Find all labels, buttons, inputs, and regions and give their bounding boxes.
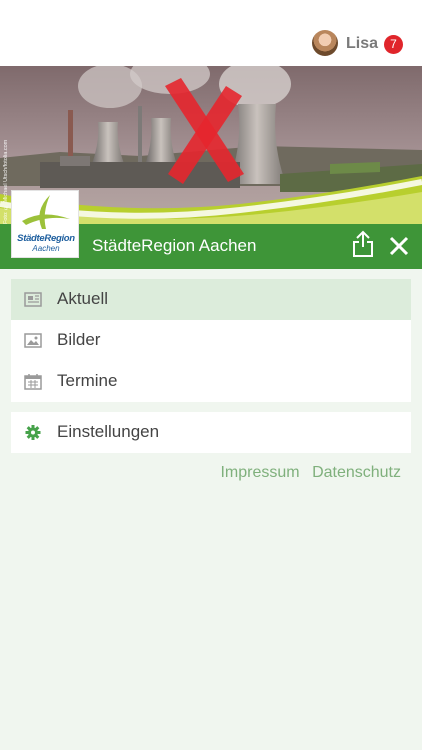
menu-item-label: Aktuell bbox=[57, 289, 109, 308]
logo-text: StädteRegion bbox=[17, 233, 75, 244]
site-title: StädteRegion Aachen bbox=[92, 236, 257, 255]
footer-links: Impressum Datenschutz bbox=[212, 464, 401, 482]
share-icon bbox=[353, 230, 373, 257]
username[interactable]: Lisa bbox=[346, 35, 378, 53]
menu-item-termine[interactable]: Termine bbox=[11, 361, 411, 402]
calendar-icon bbox=[24, 374, 42, 390]
settings-menu: Einstellungen bbox=[11, 412, 411, 453]
impressum-link[interactable]: Impressum bbox=[220, 464, 299, 481]
menu-item-bilder[interactable]: Bilder bbox=[11, 320, 411, 361]
user-avatar[interactable] bbox=[312, 30, 338, 56]
notification-badge[interactable]: 7 bbox=[384, 35, 403, 54]
gear-icon bbox=[25, 425, 41, 440]
datenschutz-link[interactable]: Datenschutz bbox=[312, 464, 401, 481]
staedteregion-logo[interactable]: StädteRegion Aachen bbox=[11, 190, 79, 258]
menu-item-label: Bilder bbox=[57, 330, 101, 349]
close-button[interactable] bbox=[388, 235, 410, 257]
top-bar: Lisa 7 bbox=[0, 0, 422, 66]
image-icon bbox=[24, 333, 42, 348]
menu-item-einstellungen[interactable]: Einstellungen bbox=[11, 412, 411, 453]
menu-item-label: Einstellungen bbox=[57, 422, 160, 441]
share-button[interactable] bbox=[351, 230, 375, 258]
newspaper-icon bbox=[24, 292, 42, 307]
close-icon bbox=[389, 236, 409, 256]
menu-item-label: Termine bbox=[57, 371, 118, 390]
menu-item-aktuell[interactable]: Aktuell bbox=[11, 279, 411, 320]
main-menu: Aktuell Bilder Termine bbox=[11, 279, 411, 402]
logo-subtext: Aachen bbox=[32, 244, 60, 253]
logo-swoosh-icon bbox=[22, 195, 70, 229]
